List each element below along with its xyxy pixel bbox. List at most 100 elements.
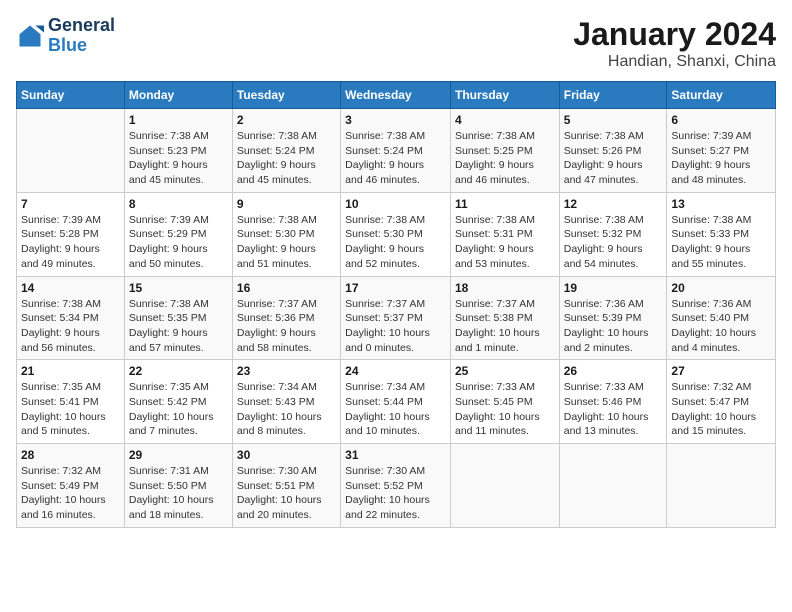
day-number: 8	[129, 197, 228, 211]
week-row-4: 21 Sunrise: 7:35 AMSunset: 5:41 PMDayligh…	[17, 360, 776, 444]
day-number: 24	[345, 364, 446, 378]
day-number: 18	[455, 281, 555, 295]
calendar-cell: 28Sunrise: 7:32 AMSunset: 5:49 PMDayligh…	[17, 444, 125, 528]
week-row-3: 14 Sunrise: 7:38 AMSunset: 5:34 PMDayligh…	[17, 276, 776, 360]
calendar-cell: 1 Sunrise: 7:38 AMSunset: 5:23 PMDaylight…	[124, 109, 232, 193]
calendar-cell: 9Sunrise: 7:38 AMSunset: 5:30 PMDaylight…	[232, 192, 340, 276]
calendar-header: Sunday Monday Tuesday Wednesday Thursday…	[17, 82, 776, 109]
week-row-1: 1 Sunrise: 7:38 AMSunset: 5:23 PMDaylight…	[17, 109, 776, 193]
day-info: Sunrise: 7:38 AMSunset: 5:33 PMDaylight:…	[671, 213, 771, 272]
day-info: Sunrise: 7:35 AMSunset: 5:41 PMDaylight:…	[21, 380, 120, 439]
day-number: 30	[237, 448, 336, 462]
day-number: 11	[455, 197, 555, 211]
day-info: Sunrise: 7:38 AMSunset: 5:25 PMDaylight:…	[455, 129, 555, 188]
calendar-title: January 2024	[573, 16, 776, 53]
day-info: Sunrise: 7:33 AMSunset: 5:46 PMDaylight:…	[564, 380, 663, 439]
day-info: Sunrise: 7:33 AMSunset: 5:45 PMDaylight:…	[455, 380, 555, 439]
calendar-cell: 4 Sunrise: 7:38 AMSunset: 5:25 PMDaylight…	[450, 109, 559, 193]
col-wednesday: Wednesday	[341, 82, 451, 109]
calendar-cell: 21 Sunrise: 7:35 AMSunset: 5:41 PMDayligh…	[17, 360, 125, 444]
day-number: 1	[129, 113, 228, 127]
calendar-cell: 12Sunrise: 7:38 AMSunset: 5:32 PMDayligh…	[559, 192, 667, 276]
calendar-cell: 10 Sunrise: 7:38 AMSunset: 5:30 PMDayligh…	[341, 192, 451, 276]
calendar-cell: 15 Sunrise: 7:38 AMSunset: 5:35 PMDayligh…	[124, 276, 232, 360]
day-number: 3	[345, 113, 446, 127]
day-info: Sunrise: 7:32 AMSunset: 5:47 PMDaylight:…	[671, 380, 771, 439]
calendar-cell: 19 Sunrise: 7:36 AMSunset: 5:39 PMDayligh…	[559, 276, 667, 360]
day-info: Sunrise: 7:34 AMSunset: 5:44 PMDaylight:…	[345, 380, 446, 439]
day-info: Sunrise: 7:30 AMSunset: 5:52 PMDaylight:…	[345, 464, 446, 523]
calendar-table: Sunday Monday Tuesday Wednesday Thursday…	[16, 81, 776, 528]
day-number: 6	[671, 113, 771, 127]
day-number: 22	[129, 364, 228, 378]
day-info: Sunrise: 7:38 AMSunset: 5:24 PMDaylight:…	[237, 129, 336, 188]
day-number: 14	[21, 281, 120, 295]
calendar-cell: 5Sunrise: 7:38 AMSunset: 5:26 PMDaylight…	[559, 109, 667, 193]
day-number: 31	[345, 448, 446, 462]
calendar-cell: 6 Sunrise: 7:39 AMSunset: 5:27 PMDaylight…	[667, 109, 776, 193]
calendar-cell: 23Sunrise: 7:34 AMSunset: 5:43 PMDayligh…	[232, 360, 340, 444]
col-saturday: Saturday	[667, 82, 776, 109]
day-number: 19	[564, 281, 663, 295]
calendar-cell: 26Sunrise: 7:33 AMSunset: 5:46 PMDayligh…	[559, 360, 667, 444]
day-info: Sunrise: 7:38 AMSunset: 5:32 PMDaylight:…	[564, 213, 663, 272]
col-sunday: Sunday	[17, 82, 125, 109]
day-info: Sunrise: 7:38 AMSunset: 5:34 PMDaylight:…	[21, 297, 120, 356]
day-number: 10	[345, 197, 446, 211]
day-number: 20	[671, 281, 771, 295]
header-row: Sunday Monday Tuesday Wednesday Thursday…	[17, 82, 776, 109]
day-number: 17	[345, 281, 446, 295]
calendar-cell: 25Sunrise: 7:33 AMSunset: 5:45 PMDayligh…	[450, 360, 559, 444]
day-info: Sunrise: 7:37 AMSunset: 5:38 PMDaylight:…	[455, 297, 555, 356]
calendar-cell: 13 Sunrise: 7:38 AMSunset: 5:33 PMDayligh…	[667, 192, 776, 276]
day-number: 15	[129, 281, 228, 295]
logo-icon	[16, 22, 44, 50]
day-number: 5	[564, 113, 663, 127]
day-info: Sunrise: 7:36 AMSunset: 5:39 PMDaylight:…	[564, 297, 663, 356]
calendar-cell: 2 Sunrise: 7:38 AMSunset: 5:24 PMDaylight…	[232, 109, 340, 193]
day-info: Sunrise: 7:39 AMSunset: 5:27 PMDaylight:…	[671, 129, 771, 188]
day-info: Sunrise: 7:37 AMSunset: 5:37 PMDaylight:…	[345, 297, 446, 356]
title-block: January 2024 Handian, Shanxi, China	[573, 16, 776, 71]
calendar-cell: 31 Sunrise: 7:30 AMSunset: 5:52 PMDayligh…	[341, 444, 451, 528]
logo: General Blue	[16, 16, 115, 56]
calendar-cell: 24 Sunrise: 7:34 AMSunset: 5:44 PMDayligh…	[341, 360, 451, 444]
calendar-cell: 29Sunrise: 7:31 AMSunset: 5:50 PMDayligh…	[124, 444, 232, 528]
week-row-5: 28Sunrise: 7:32 AMSunset: 5:49 PMDayligh…	[17, 444, 776, 528]
calendar-subtitle: Handian, Shanxi, China	[573, 53, 776, 71]
day-number: 29	[129, 448, 228, 462]
calendar-cell: 22Sunrise: 7:35 AMSunset: 5:42 PMDayligh…	[124, 360, 232, 444]
calendar-cell: 7Sunrise: 7:39 AMSunset: 5:28 PMDaylight…	[17, 192, 125, 276]
calendar-cell: 8 Sunrise: 7:39 AMSunset: 5:29 PMDaylight…	[124, 192, 232, 276]
col-thursday: Thursday	[450, 82, 559, 109]
day-number: 2	[237, 113, 336, 127]
day-number: 13	[671, 197, 771, 211]
col-monday: Monday	[124, 82, 232, 109]
page-header: General Blue January 2024 Handian, Shanx…	[16, 16, 776, 71]
day-info: Sunrise: 7:34 AMSunset: 5:43 PMDaylight:…	[237, 380, 336, 439]
day-info: Sunrise: 7:39 AMSunset: 5:28 PMDaylight:…	[21, 213, 120, 272]
day-info: Sunrise: 7:37 AMSunset: 5:36 PMDaylight:…	[237, 297, 336, 356]
calendar-cell: 27 Sunrise: 7:32 AMSunset: 5:47 PMDayligh…	[667, 360, 776, 444]
day-info: Sunrise: 7:38 AMSunset: 5:31 PMDaylight:…	[455, 213, 555, 272]
col-friday: Friday	[559, 82, 667, 109]
calendar-cell: 16Sunrise: 7:37 AMSunset: 5:36 PMDayligh…	[232, 276, 340, 360]
calendar-cell	[450, 444, 559, 528]
day-info: Sunrise: 7:38 AMSunset: 5:30 PMDaylight:…	[345, 213, 446, 272]
day-number: 27	[671, 364, 771, 378]
day-number: 21	[21, 364, 120, 378]
day-number: 4	[455, 113, 555, 127]
calendar-cell: 11 Sunrise: 7:38 AMSunset: 5:31 PMDayligh…	[450, 192, 559, 276]
calendar-body: 1 Sunrise: 7:38 AMSunset: 5:23 PMDaylight…	[17, 109, 776, 528]
calendar-cell: 3Sunrise: 7:38 AMSunset: 5:24 PMDaylight…	[341, 109, 451, 193]
day-info: Sunrise: 7:38 AMSunset: 5:30 PMDaylight:…	[237, 213, 336, 272]
calendar-cell	[667, 444, 776, 528]
col-tuesday: Tuesday	[232, 82, 340, 109]
calendar-cell: 20Sunrise: 7:36 AMSunset: 5:40 PMDayligh…	[667, 276, 776, 360]
day-info: Sunrise: 7:39 AMSunset: 5:29 PMDaylight:…	[129, 213, 228, 272]
calendar-cell	[559, 444, 667, 528]
day-info: Sunrise: 7:38 AMSunset: 5:35 PMDaylight:…	[129, 297, 228, 356]
day-number: 28	[21, 448, 120, 462]
logo-text: General Blue	[48, 16, 115, 56]
day-info: Sunrise: 7:38 AMSunset: 5:23 PMDaylight:…	[129, 129, 228, 188]
